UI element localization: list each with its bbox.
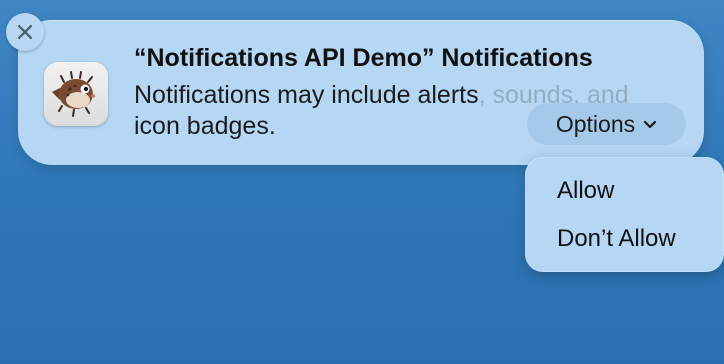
options-menu: Allow Don’t Allow <box>525 157 724 272</box>
menu-item-dont-allow[interactable]: Don’t Allow <box>557 225 676 253</box>
chevron-down-icon <box>644 120 657 129</box>
close-icon <box>17 24 33 40</box>
notification-title: “Notifications API Demo” Notifications <box>134 44 593 72</box>
notification-body-end: icon badges. <box>134 112 276 140</box>
notification-body-start: Notifications may include alerts <box>134 81 479 109</box>
options-button[interactable]: Options <box>527 103 686 145</box>
menu-item-allow[interactable]: Allow <box>557 177 614 205</box>
close-button[interactable] <box>6 13 44 51</box>
options-label: Options <box>555 110 636 137</box>
pufferfish-app-icon <box>44 62 108 126</box>
